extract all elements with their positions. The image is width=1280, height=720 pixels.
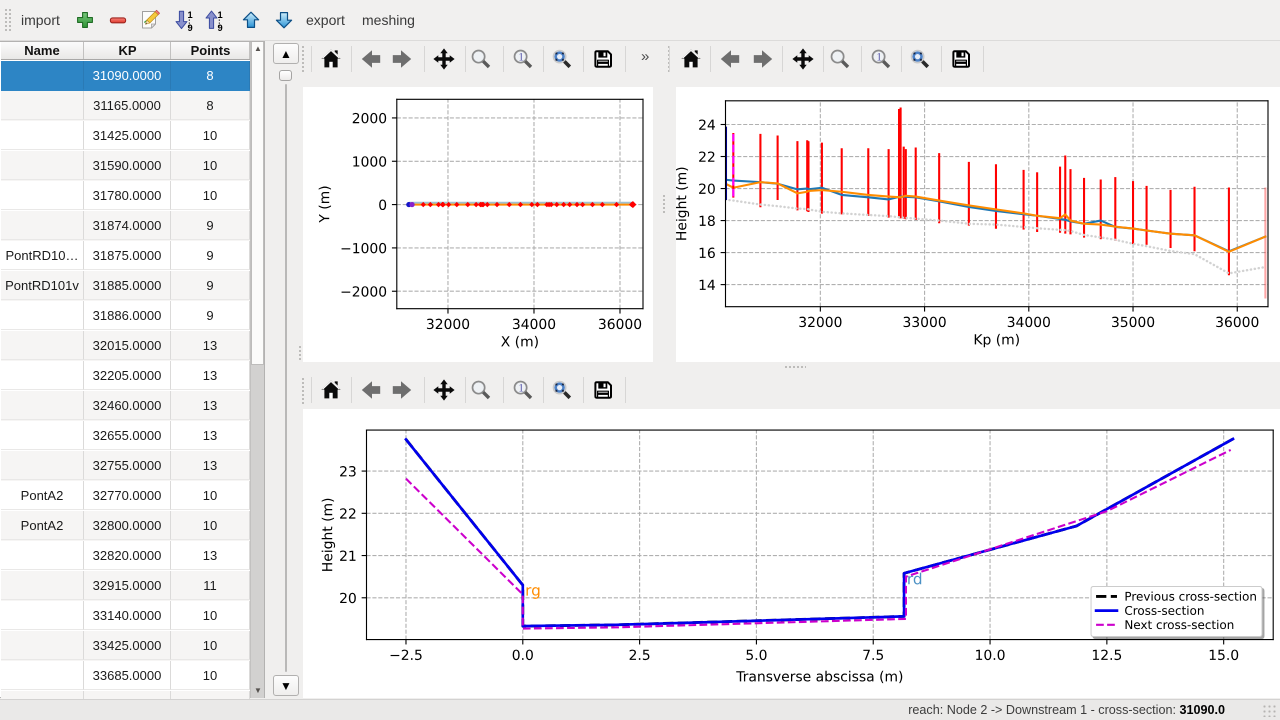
svg-text:1: 1 xyxy=(188,10,193,20)
svg-text:1: 1 xyxy=(518,51,524,63)
svg-text:1: 1 xyxy=(876,51,882,63)
svg-text:9: 9 xyxy=(218,23,223,32)
svg-text:9: 9 xyxy=(188,23,193,32)
svg-text:1: 1 xyxy=(518,382,524,394)
svg-text:1: 1 xyxy=(218,10,223,20)
